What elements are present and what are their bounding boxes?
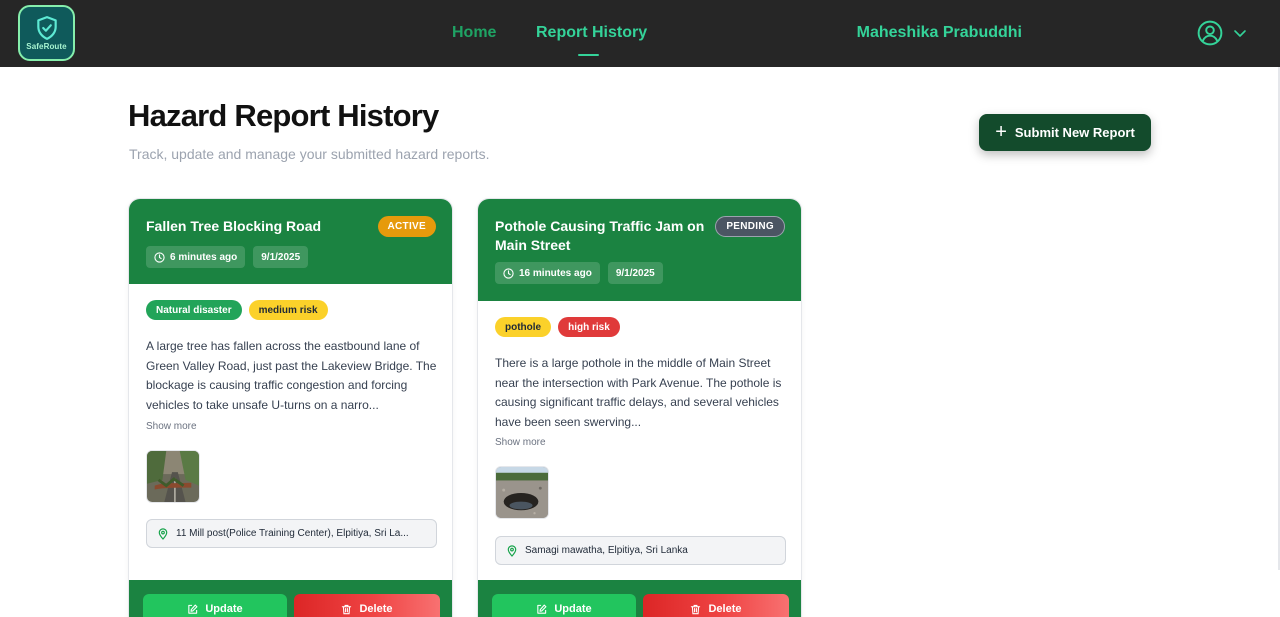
- show-more-link[interactable]: Show more: [495, 437, 546, 448]
- map-pin-icon: [507, 544, 517, 557]
- report-card: Pothole Causing Traffic Jam on Main Stre…: [477, 198, 802, 617]
- user-circle-icon[interactable]: [1197, 20, 1223, 46]
- top-navbar: SafeRoute Home Report History Maheshika …: [0, 0, 1280, 67]
- time-ago: 16 minutes ago: [519, 267, 592, 279]
- delete-label: Delete: [708, 603, 742, 615]
- update-button[interactable]: Update: [492, 594, 636, 617]
- date-chip: 9/1/2025: [607, 262, 663, 284]
- report-tags: Natural disaster medium risk: [146, 300, 328, 320]
- delete-button[interactable]: Delete: [294, 594, 440, 617]
- submit-new-report-label: Submit New Report: [1014, 125, 1135, 140]
- report-card-header: Pothole Causing Traffic Jam on Main Stre…: [478, 199, 801, 301]
- report-photo[interactable]: [146, 450, 200, 503]
- time-ago: 6 minutes ago: [170, 251, 238, 263]
- report-description: A large tree has fallen across the eastb…: [146, 339, 437, 412]
- submit-new-report-button[interactable]: + Submit New Report: [979, 114, 1151, 151]
- time-ago-chip: 16 minutes ago: [495, 262, 600, 284]
- report-meta: 6 minutes ago 9/1/2025: [146, 246, 309, 268]
- nav-report-history-link[interactable]: Report History: [536, 24, 647, 42]
- saferoute-logo[interactable]: SafeRoute: [18, 5, 75, 61]
- location-text: Samagi mawatha, Elpitiya, Sri Lanka: [525, 545, 688, 556]
- risk-tag: high risk: [558, 317, 620, 337]
- category-tag: Natural disaster: [146, 300, 242, 320]
- report-tags: pothole high risk: [495, 317, 620, 337]
- trash-icon: [691, 604, 701, 614]
- trash-icon: [342, 604, 352, 614]
- plus-icon: +: [995, 120, 1007, 143]
- report-title: Fallen Tree Blocking Road: [146, 218, 322, 234]
- status-badge: ACTIVE: [377, 216, 436, 237]
- report-date: 9/1/2025: [261, 251, 301, 263]
- risk-tag: medium risk: [248, 300, 328, 320]
- report-card-actions: Update Delete: [129, 580, 452, 617]
- time-ago-chip: 6 minutes ago: [146, 246, 246, 268]
- location-text: 11 Mill post(Police Training Center), El…: [176, 528, 409, 539]
- report-card-header: Fallen Tree Blocking Road ACTIVE 6 minut…: [129, 199, 452, 284]
- report-card-actions: Update Delete: [478, 580, 801, 617]
- show-more-link[interactable]: Show more: [146, 421, 197, 432]
- date-chip: 9/1/2025: [253, 246, 309, 268]
- clock-icon: [503, 267, 514, 279]
- location-field: 11 Mill post(Police Training Center), El…: [146, 519, 437, 548]
- chevron-down-icon[interactable]: [1232, 26, 1248, 40]
- report-title: Pothole Causing Traffic Jam on Main Stre…: [495, 218, 705, 253]
- report-meta: 16 minutes ago 9/1/2025: [495, 262, 663, 284]
- nav-home-link[interactable]: Home: [452, 24, 496, 42]
- report-card: Fallen Tree Blocking Road ACTIVE 6 minut…: [128, 198, 453, 617]
- edit-icon: [537, 604, 547, 614]
- category-tag: pothole: [495, 317, 552, 337]
- report-date: 9/1/2025: [615, 267, 655, 279]
- active-nav-indicator: [578, 54, 599, 56]
- delete-button[interactable]: Delete: [643, 594, 789, 617]
- edit-icon: [188, 604, 198, 614]
- location-field: Samagi mawatha, Elpitiya, Sri Lanka: [495, 536, 786, 565]
- map-pin-icon: [158, 527, 168, 540]
- delete-label: Delete: [359, 603, 393, 615]
- update-button[interactable]: Update: [143, 594, 287, 617]
- clock-icon: [154, 251, 165, 263]
- page-subtitle: Track, update and manage your submitted …: [129, 146, 490, 162]
- user-name[interactable]: Maheshika Prabuddhi: [857, 24, 1022, 42]
- page-title: Hazard Report History: [128, 98, 439, 133]
- brand-name: SafeRoute: [26, 42, 67, 51]
- update-label: Update: [554, 603, 592, 615]
- update-label: Update: [205, 603, 243, 615]
- report-description: There is a large pothole in the middle o…: [495, 356, 782, 429]
- report-photo[interactable]: [495, 466, 549, 519]
- shield-check-icon: [36, 16, 57, 40]
- status-badge: PENDING: [715, 216, 785, 237]
